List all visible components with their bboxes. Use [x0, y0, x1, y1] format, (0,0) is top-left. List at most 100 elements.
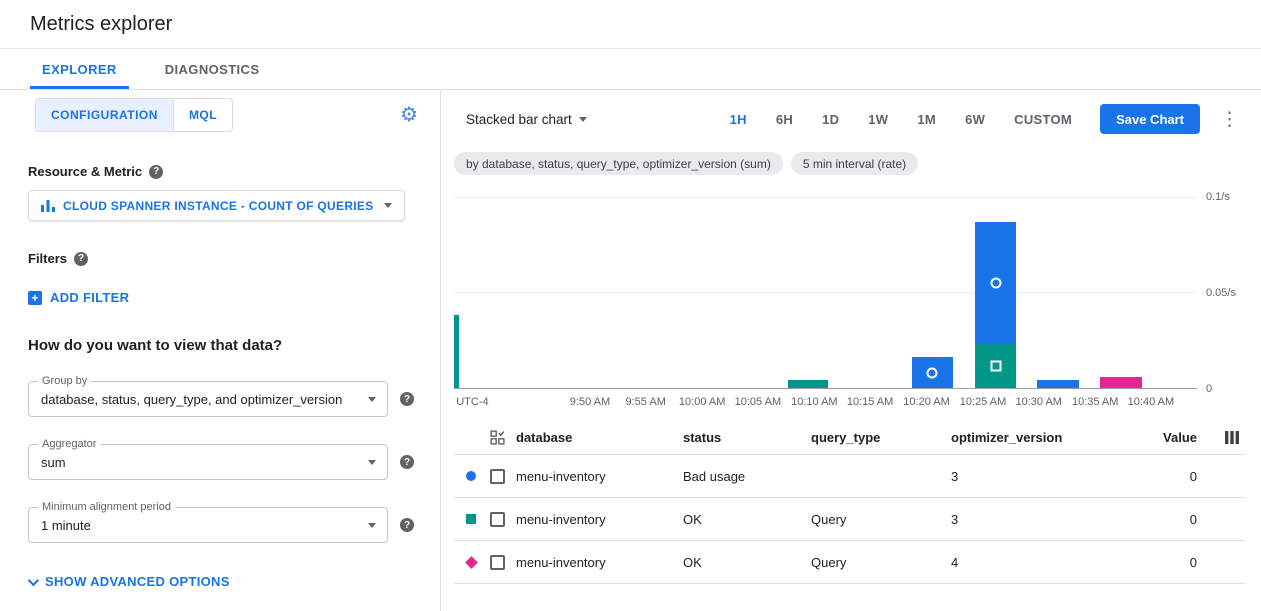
app-header: Metrics explorer — [0, 0, 1261, 49]
cell-optimizer-version: 3 — [951, 512, 1121, 527]
legend-table: database status query_type optimizer_ver… — [454, 421, 1245, 584]
range-custom[interactable]: CUSTOM — [1014, 112, 1072, 127]
metric-selector-label: CLOUD SPANNER INSTANCE - COUNT OF QUERIE… — [63, 199, 374, 213]
row-checkbox[interactable] — [490, 555, 505, 570]
add-filter-label: ADD FILTER — [50, 290, 129, 305]
x-tick-label: 10:20 AM — [903, 396, 949, 408]
legend-row[interactable]: menu-inventory OK Query 4 0 — [454, 541, 1245, 584]
cell-database: menu-inventory — [516, 512, 683, 527]
chart-toolbar: Stacked bar chart 1H 6H 1D 1W 1M 6W CUST… — [454, 102, 1245, 136]
chart-x-axis: UTC-49:50 AM9:55 AM10:00 AM10:05 AM10:10… — [454, 389, 1197, 415]
column-display-icon[interactable] — [1225, 431, 1239, 444]
chart-pane: Stacked bar chart 1H 6H 1D 1W 1M 6W CUST… — [441, 90, 1261, 611]
range-6w[interactable]: 6W — [965, 112, 985, 127]
mql-mode-button[interactable]: MQL — [174, 98, 233, 132]
aggregator-row: Aggregator sum ? — [28, 444, 420, 480]
more-options-icon[interactable]: ⋮ — [1214, 108, 1245, 131]
metric-selector-button[interactable]: CLOUD SPANNER INSTANCE - COUNT OF QUERIE… — [28, 190, 405, 221]
chart-x-axis-row: UTC-49:50 AM9:55 AM10:00 AM10:05 AM10:10… — [454, 389, 1245, 415]
configuration-mode-button[interactable]: CONFIGURATION — [35, 98, 174, 132]
interval-chip[interactable]: 5 min interval (rate) — [791, 152, 918, 175]
column-header-status: status — [683, 430, 811, 445]
row-checkbox[interactable] — [490, 512, 505, 527]
bar-segment — [1037, 380, 1079, 388]
bar-segment — [1100, 377, 1142, 388]
alignment-period-help-icon[interactable]: ? — [400, 518, 414, 532]
x-tick-label: 10:00 AM — [679, 396, 725, 408]
y-tick-label: 0.1/s — [1206, 191, 1230, 203]
filters-label: Filters — [28, 251, 67, 266]
alignment-period-value: 1 minute — [41, 518, 91, 533]
chevron-down-icon — [579, 117, 587, 122]
save-chart-button[interactable]: Save Chart — [1100, 104, 1200, 134]
aggregator-help-icon[interactable]: ? — [400, 455, 414, 469]
tab-diagnostics[interactable]: DIAGNOSTICS — [153, 49, 272, 89]
add-filter-button[interactable]: + ADD FILTER — [28, 290, 129, 305]
resource-metric-label: Resource & Metric — [28, 164, 142, 179]
show-advanced-options-label: SHOW ADVANCED OPTIONS — [45, 574, 230, 589]
row-checkbox[interactable] — [490, 469, 505, 484]
chevron-down-icon — [368, 523, 376, 528]
x-tick-label: 10:10 AM — [791, 396, 837, 408]
tab-explorer[interactable]: EXPLORER — [30, 49, 129, 89]
circle-marker-icon — [927, 367, 938, 378]
chart-bar[interactable] — [1037, 189, 1079, 388]
cell-query-type: Query — [811, 512, 951, 527]
range-1w[interactable]: 1W — [868, 112, 888, 127]
bar-segment — [975, 344, 1017, 388]
main-content: CONFIGURATION MQL ⚙ Resource & Metric ? … — [0, 90, 1261, 611]
group-by-help-icon[interactable]: ? — [400, 392, 414, 406]
chart-chips: by database, status, query_type, optimiz… — [454, 152, 1245, 175]
group-by-label: Group by — [38, 375, 91, 387]
x-tick-label: 10:25 AM — [960, 396, 1006, 408]
chart-bar[interactable] — [975, 189, 1017, 388]
legend-header-row: database status query_type optimizer_ver… — [454, 421, 1245, 455]
cell-value: 0 — [1121, 512, 1201, 527]
range-1m[interactable]: 1M — [917, 112, 936, 127]
chart-type-label: Stacked bar chart — [466, 112, 572, 127]
show-advanced-options-button[interactable]: SHOW ADVANCED OPTIONS — [28, 574, 230, 589]
cell-database: menu-inventory — [516, 469, 683, 484]
y-tick-label: 0 — [1206, 383, 1212, 395]
bar-chart-icon — [41, 200, 55, 212]
select-all-cell — [488, 430, 516, 445]
configuration-panel: CONFIGURATION MQL ⚙ Resource & Metric ? … — [0, 90, 441, 611]
cell-optimizer-version: 3 — [951, 469, 1121, 484]
range-6h[interactable]: 6H — [776, 112, 793, 127]
chart-plot[interactable] — [454, 189, 1197, 389]
chart-bar[interactable] — [1100, 189, 1142, 388]
group-by-row: Group by database, status, query_type, a… — [28, 381, 420, 417]
group-by-value: database, status, query_type, and optimi… — [41, 392, 342, 407]
range-1d[interactable]: 1D — [822, 112, 839, 127]
view-data-question: How do you want to view that data? — [28, 337, 420, 354]
add-box-icon: + — [28, 291, 42, 305]
range-1h[interactable]: 1H — [730, 112, 747, 127]
x-tick-label: UTC-4 — [456, 396, 488, 408]
grouping-chip[interactable]: by database, status, query_type, optimiz… — [454, 152, 783, 175]
chart-type-selector[interactable]: Stacked bar chart — [454, 112, 587, 127]
editor-mode-toggle: CONFIGURATION MQL — [35, 98, 233, 132]
x-tick-label: 10:40 AM — [1128, 396, 1174, 408]
cell-optimizer-version: 4 — [951, 555, 1121, 570]
aggregator-select[interactable]: Aggregator sum — [28, 444, 388, 480]
select-all-icon[interactable] — [490, 430, 505, 445]
chart-bar[interactable] — [788, 189, 827, 388]
bar-segment — [912, 357, 954, 388]
chart-area: 0.1/s0.05/s0 — [454, 189, 1245, 389]
chart-bar[interactable] — [912, 189, 954, 388]
alignment-period-select[interactable]: Minimum alignment period 1 minute — [28, 507, 388, 543]
time-range-group: 1H 6H 1D 1W 1M 6W CUSTOM — [730, 112, 1072, 127]
legend-row[interactable]: menu-inventory OK Query 3 0 — [454, 498, 1245, 541]
legend-row[interactable]: menu-inventory Bad usage 3 0 — [454, 455, 1245, 498]
resource-metric-help-icon[interactable]: ? — [149, 165, 163, 179]
cell-value: 0 — [1121, 469, 1201, 484]
group-by-select[interactable]: Group by database, status, query_type, a… — [28, 381, 388, 417]
filters-help-icon[interactable]: ? — [74, 252, 88, 266]
chevron-down-icon — [384, 203, 392, 208]
resource-metric-row: Resource & Metric ? — [28, 164, 420, 179]
alignment-period-row: Minimum alignment period 1 minute ? — [28, 507, 420, 543]
aggregator-value: sum — [41, 455, 66, 470]
chart-bar[interactable] — [454, 189, 459, 388]
x-tick-label: 10:35 AM — [1072, 396, 1118, 408]
settings-gear-icon[interactable]: ⚙ — [400, 105, 418, 125]
